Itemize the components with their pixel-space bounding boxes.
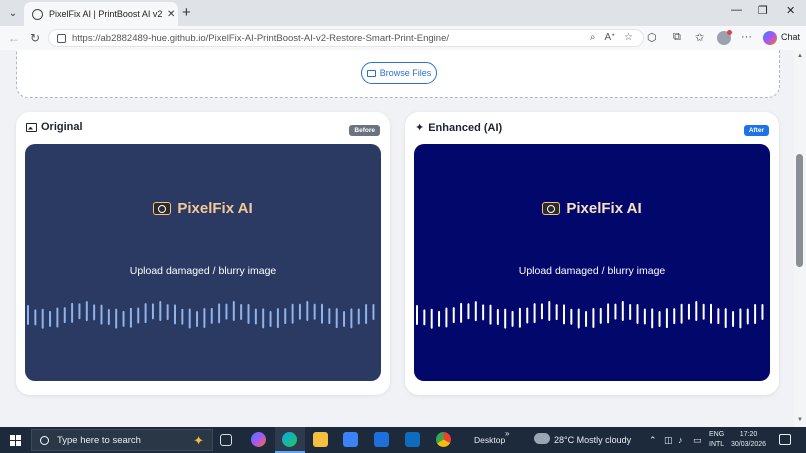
notification-dot [727, 30, 732, 35]
back-arrow-icon[interactable]: ← [8, 31, 20, 45]
globe-icon [32, 8, 43, 20]
browse-files-button[interactable]: Browse Files [361, 62, 437, 84]
refresh-icon[interactable]: ↻ [30, 31, 40, 45]
window-close-icon[interactable]: ✕ [786, 4, 795, 17]
camera-icon [542, 202, 561, 215]
new-tab-plus-icon[interactable]: + [182, 4, 191, 21]
upload-prompt: Upload damaged / blurry image [129, 265, 277, 277]
edge-browser-icon[interactable] [282, 432, 297, 447]
clock-date: 30/03/2026 [731, 441, 767, 448]
language-indicator[interactable]: ENG INTL [709, 430, 724, 450]
after-badge: After [743, 125, 769, 136]
enhanced-card: ✦ Enhanced (AI) After PixelFix AI Upload… [405, 112, 779, 395]
meet-now-icon[interactable]: ◫ [664, 435, 673, 446]
taskbar: Type here to search ✦ Desktop » 28°C Mos… [0, 427, 806, 453]
weather-cloud-icon [534, 433, 550, 444]
tab-close-icon[interactable]: ✕ [167, 9, 175, 20]
sparkle-icon: ✦ [415, 122, 425, 134]
scrollbar-thumb[interactable] [796, 154, 803, 267]
search-icon [40, 435, 49, 445]
page-content: Browse Files Original Before PixelFix AI… [0, 50, 794, 427]
waveform [416, 301, 764, 329]
upload-prompt: Upload damaged / blurry image [518, 265, 666, 277]
task-view-icon[interactable] [220, 434, 232, 446]
word-icon[interactable] [374, 432, 389, 447]
battery-icon[interactable]: ▭ [693, 435, 702, 446]
tab-actions-chevron-icon[interactable]: ⌄ [4, 4, 22, 22]
copilot-icon[interactable] [763, 31, 777, 45]
restore-icon[interactable]: ❐ [758, 4, 768, 17]
tab-title: PixelFix AI | PrintBoost AI v2 – Rest [49, 9, 163, 19]
read-aloud-icon[interactable]: Aᐩ [604, 32, 615, 43]
search-placeholder: Type here to search [57, 434, 141, 446]
scroll-down-arrow-icon[interactable]: ▼ [797, 417, 803, 423]
url-text: https://ab2882489-hue.github.io/PixelFix… [72, 32, 450, 44]
enhanced-preview[interactable]: PixelFix AI Upload damaged / blurry imag… [414, 144, 770, 381]
url-field[interactable]: https://ab2882489-hue.github.io/PixelFix… [48, 29, 644, 47]
notifications-icon[interactable] [779, 434, 791, 445]
folder-icon [366, 69, 376, 77]
scroll-up-arrow-icon[interactable]: ▲ [797, 53, 803, 59]
browse-files-label: Browse Files [379, 68, 432, 78]
enhanced-title: Enhanced (AI) [428, 121, 503, 134]
logo-text: PixelFix AI [566, 200, 642, 217]
windows-start-icon[interactable] [10, 435, 21, 446]
outlook-icon[interactable] [405, 432, 420, 447]
clock-time: 17:20 [739, 431, 758, 438]
store-icon[interactable] [343, 432, 358, 447]
original-preview[interactable]: PixelFix AI Upload damaged / blurry imag… [25, 144, 381, 381]
original-title: Original [41, 121, 83, 133]
desktop-expand-icon[interactable]: » [505, 429, 509, 438]
extensions-icon[interactable]: ⬡ [647, 31, 657, 44]
browser-tab-bar: ⌄ PixelFix AI | PrintBoost AI v2 – Rest … [0, 0, 806, 26]
lang-line1: ENG [709, 431, 725, 438]
lang-line2: INTL [709, 441, 725, 448]
tray-chevron-icon[interactable]: ⌃ [649, 435, 657, 446]
weather-text[interactable]: 28°C Mostly cloudy [554, 435, 631, 445]
browser-tab[interactable]: PixelFix AI | PrintBoost AI v2 – Rest ✕ [24, 2, 178, 26]
taskbar-search[interactable]: Type here to search ✦ [31, 429, 213, 451]
image-icon [26, 122, 37, 132]
search-highlight-icon: ✦ [193, 433, 204, 448]
file-explorer-icon[interactable] [313, 432, 328, 447]
chrome-icon[interactable] [436, 432, 451, 447]
upload-dropzone[interactable]: Browse Files [16, 50, 780, 98]
original-card: Original Before PixelFix AI Upload damag… [16, 112, 390, 395]
camera-icon [153, 202, 172, 215]
more-menu-icon[interactable]: ··· [741, 31, 752, 43]
before-badge: Before [349, 125, 380, 136]
minimize-icon[interactable]: — [731, 4, 742, 16]
chat-label[interactable]: Chat [781, 32, 800, 42]
clock[interactable]: 17:20 30/03/2026 [731, 430, 766, 450]
lock-icon [57, 33, 66, 43]
waveform [27, 301, 375, 329]
favorites-icon[interactable]: ✩ [695, 31, 704, 44]
address-bar-row: ← ↻ https://ab2882489-hue.github.io/Pixe… [0, 26, 806, 50]
split-screen-icon[interactable]: ⧉ [673, 31, 681, 44]
zoom-icon[interactable]: ⌕ [590, 32, 596, 43]
logo-text: PixelFix AI [177, 200, 253, 217]
desktop-label[interactable]: Desktop [474, 435, 505, 445]
volume-icon[interactable]: ♪ [678, 435, 683, 445]
page-scrollbar[interactable]: ▲ ▼ [794, 50, 806, 427]
copilot-app-icon[interactable] [251, 432, 266, 447]
favorite-star-icon[interactable]: ☆ [624, 32, 633, 43]
